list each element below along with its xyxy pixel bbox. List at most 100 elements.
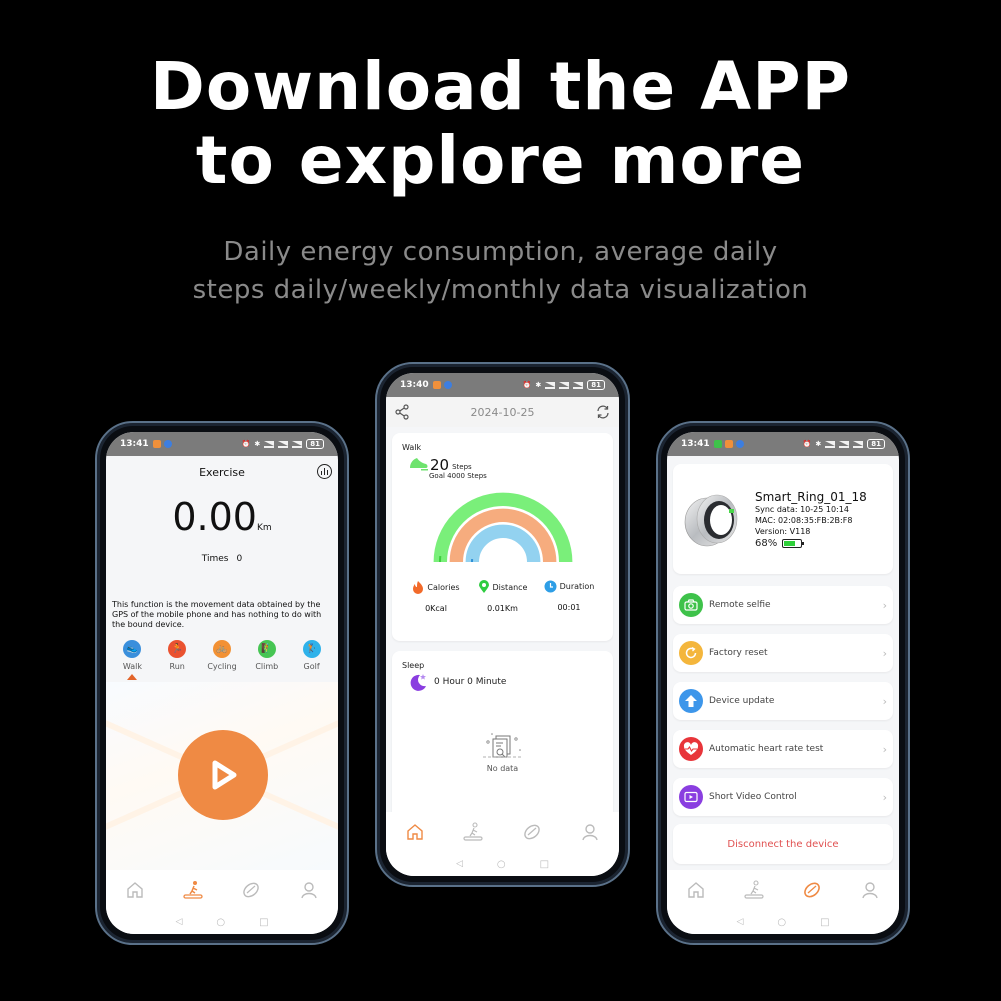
chevron-right-icon: › bbox=[882, 694, 887, 708]
recents-icon[interactable]: □ bbox=[259, 917, 268, 928]
metric-calories: Calories 0Kcal bbox=[404, 580, 468, 613]
disconnect-device-button[interactable]: Disconnect the device bbox=[673, 824, 893, 864]
tab-home[interactable] bbox=[124, 879, 146, 901]
notification-icon bbox=[724, 440, 733, 448]
menu-device-update[interactable]: Device update › bbox=[673, 682, 893, 720]
signal-icon bbox=[839, 440, 850, 448]
subheadline: Daily energy consumption, average daily … bbox=[0, 233, 1001, 309]
firmware-version: Version: V118 bbox=[755, 526, 811, 536]
walk-icon: 👟 bbox=[123, 640, 142, 658]
ring-icon bbox=[523, 824, 540, 840]
smart-ring-image bbox=[684, 494, 738, 547]
back-icon[interactable]: ◁ bbox=[175, 917, 182, 927]
walk-card[interactable]: Walk 20 Steps Goal 4000 Steps Calories 0… bbox=[392, 433, 613, 641]
bluetooth-icon: ✱ bbox=[815, 440, 822, 448]
tab-profile[interactable] bbox=[859, 879, 881, 901]
home-screen: 13:40 ⏰ ✱ 81 2024-10-25 Walk 20 Steps Go… bbox=[386, 373, 619, 876]
date-header: 2024-10-25 bbox=[386, 397, 619, 427]
device-details: Smart_Ring_01_18 Sync data: 10-25 10:14 … bbox=[755, 490, 867, 549]
headline-line-2: to explore more bbox=[195, 122, 806, 199]
phone-device: 13:41 ⏰ ✱ 81 Smart_Ring_01_18 Sync data:… bbox=[656, 421, 910, 945]
statistics-icon[interactable] bbox=[317, 464, 332, 479]
sleep-duration: 0 Hour 0 Minute bbox=[434, 677, 507, 687]
metric-duration: Duration 00:01 bbox=[537, 580, 601, 613]
times-readout: Times 0 bbox=[106, 554, 338, 564]
sleep-card[interactable]: Sleep 0 Hour 0 Minute No data bbox=[392, 651, 613, 821]
notification-icon bbox=[713, 440, 722, 448]
tab-device[interactable] bbox=[801, 879, 823, 901]
tab-exercise[interactable] bbox=[743, 879, 765, 901]
home-nav-icon[interactable]: ○ bbox=[216, 917, 225, 928]
menu-factory-reset[interactable]: Factory reset › bbox=[673, 634, 893, 672]
home-nav-icon[interactable]: ○ bbox=[777, 917, 786, 928]
ring-icon bbox=[243, 882, 259, 898]
chevron-right-icon: › bbox=[882, 742, 887, 756]
device-name: Smart_Ring_01_18 bbox=[755, 489, 867, 504]
status-time: 13:41 bbox=[120, 439, 149, 449]
wifi-icon bbox=[264, 440, 275, 448]
sync-icon[interactable] bbox=[595, 404, 611, 420]
back-icon[interactable]: ◁ bbox=[456, 859, 463, 869]
status-time: 13:41 bbox=[681, 439, 710, 449]
heart-rate-icon bbox=[679, 737, 703, 761]
sport-cycling[interactable]: 🚲 Cycling bbox=[202, 640, 242, 680]
share-icon[interactable] bbox=[394, 404, 410, 420]
system-nav-bar: ◁ ○ □ bbox=[667, 910, 899, 934]
tab-profile[interactable] bbox=[298, 879, 320, 901]
sport-climb[interactable]: 🧗 Climb bbox=[247, 640, 287, 680]
chevron-right-icon: › bbox=[882, 790, 887, 804]
menu-short-video-control[interactable]: Short Video Control › bbox=[673, 778, 893, 816]
tab-exercise[interactable] bbox=[182, 879, 204, 901]
start-exercise-button[interactable] bbox=[178, 730, 268, 820]
menu-remote-selfie[interactable]: Remote selfie › bbox=[673, 586, 893, 624]
selected-date[interactable]: 2024-10-25 bbox=[471, 406, 535, 419]
steps-unit: Steps bbox=[452, 463, 472, 471]
battery-percent: 68% bbox=[755, 537, 778, 549]
tab-home[interactable] bbox=[685, 879, 707, 901]
bluetooth-icon: ✱ bbox=[535, 381, 542, 389]
sport-run[interactable]: 🏃 Run bbox=[157, 640, 197, 680]
back-icon[interactable]: ◁ bbox=[736, 917, 743, 927]
distance-ring bbox=[464, 524, 541, 563]
signal-icon bbox=[278, 440, 289, 448]
profile-icon bbox=[582, 824, 598, 841]
climb-icon: 🧗 bbox=[257, 640, 276, 658]
shoe-icon bbox=[410, 458, 428, 471]
sport-label: Walk bbox=[122, 662, 142, 671]
metric-value: 00:01 bbox=[557, 603, 581, 612]
headline: Download the APP to explore more bbox=[0, 50, 1001, 198]
recents-icon[interactable]: □ bbox=[820, 917, 829, 928]
metric-label: Calories bbox=[427, 582, 460, 592]
status-bar: 13:41 ⏰ ✱ 81 bbox=[667, 432, 899, 456]
video-icon bbox=[679, 785, 703, 809]
device-info-card: Smart_Ring_01_18 Sync data: 10-25 10:14 … bbox=[673, 464, 893, 574]
recents-icon[interactable]: □ bbox=[540, 859, 549, 870]
menu-label: Short Video Control bbox=[709, 792, 797, 802]
ring-image bbox=[681, 489, 741, 549]
menu-label: Automatic heart rate test bbox=[709, 744, 824, 754]
sport-walk[interactable]: 👟 Walk bbox=[112, 640, 152, 680]
map-area bbox=[106, 682, 338, 882]
ring-icon bbox=[804, 882, 820, 898]
activity-rings bbox=[431, 491, 574, 563]
subheadline-line-1: Daily energy consumption, average daily bbox=[223, 237, 778, 267]
times-label: Times bbox=[201, 554, 229, 564]
sleep-label: Sleep bbox=[402, 661, 425, 670]
no-data-icon bbox=[482, 733, 523, 758]
sport-golf[interactable]: 🏌 Golf bbox=[292, 640, 332, 680]
clock-icon bbox=[544, 580, 557, 593]
home-nav-icon[interactable]: ○ bbox=[497, 859, 506, 870]
sport-label: Golf bbox=[303, 662, 320, 671]
tab-device[interactable] bbox=[521, 821, 543, 843]
location-pin-icon bbox=[478, 580, 489, 593]
phone-exercise: 13:41 ⏰ ✱ 81 Exercise 0.00Km Times 0 This… bbox=[95, 421, 349, 945]
system-nav-bar: ◁ ○ □ bbox=[386, 852, 619, 876]
treadmill-icon bbox=[463, 822, 483, 841]
metric-label: Duration bbox=[559, 582, 595, 591]
tab-device[interactable] bbox=[240, 879, 262, 901]
tab-profile[interactable] bbox=[579, 821, 601, 843]
menu-heart-rate-test[interactable]: Automatic heart rate test › bbox=[673, 730, 893, 768]
tab-exercise[interactable] bbox=[462, 821, 484, 843]
signal-icon bbox=[559, 381, 570, 389]
tab-home[interactable] bbox=[404, 821, 426, 843]
